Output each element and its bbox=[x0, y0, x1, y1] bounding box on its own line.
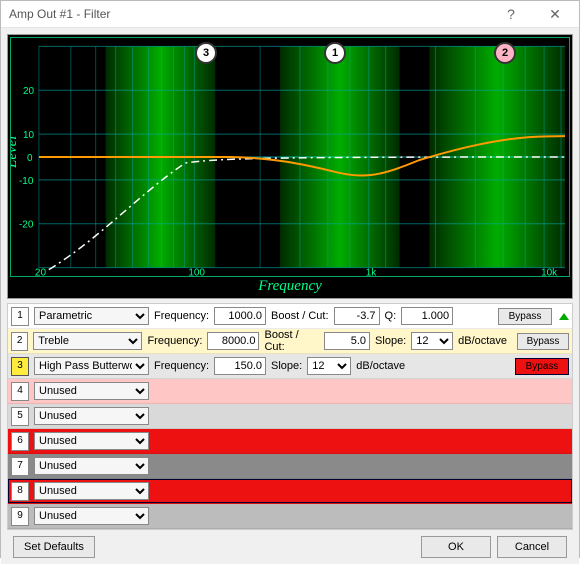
row-index[interactable]: 4 bbox=[11, 382, 29, 401]
xtick: 1k bbox=[366, 268, 377, 276]
close-button[interactable]: ✕ bbox=[533, 1, 577, 27]
xtick: 10k bbox=[541, 268, 557, 276]
filter-row: 7 Unused bbox=[8, 454, 572, 479]
filter-row: 6 Unused bbox=[8, 429, 572, 454]
set-defaults-button[interactable]: Set Defaults bbox=[13, 536, 95, 558]
row-index[interactable]: 8 bbox=[11, 482, 29, 501]
filter-graph[interactable]: 20 10 0 -10 -20 Level 20 100 1k 10k bbox=[10, 37, 570, 277]
xtick: 20 bbox=[35, 268, 47, 276]
ytick: 20 bbox=[23, 86, 35, 97]
filter-type-select[interactable]: Unused bbox=[34, 507, 149, 525]
ytick: 0 bbox=[27, 153, 33, 164]
row-index[interactable]: 3 bbox=[11, 357, 29, 376]
freq-label: Frequency: bbox=[154, 310, 209, 322]
boost-label: Boost / Cut: bbox=[264, 329, 319, 353]
filter-row: 1 Parametric Frequency: Boost / Cut: Q: … bbox=[8, 304, 572, 329]
freq-input[interactable] bbox=[207, 332, 259, 350]
bypass-button[interactable]: Bypass bbox=[515, 358, 569, 375]
boost-input[interactable] bbox=[334, 307, 380, 325]
expand-icon[interactable] bbox=[559, 313, 569, 320]
q-input[interactable] bbox=[401, 307, 453, 325]
band-marker-3[interactable]: 3 bbox=[195, 42, 217, 64]
filter-type-select[interactable]: Unused bbox=[34, 482, 149, 500]
xtick: 100 bbox=[188, 268, 205, 276]
dboct-label: dB/octave bbox=[458, 335, 507, 347]
filter-row: 4 Unused bbox=[8, 379, 572, 404]
band-marker-2[interactable]: 2 bbox=[494, 42, 516, 64]
slope-label: Slope: bbox=[375, 335, 406, 347]
filter-type-select[interactable]: High Pass Butterworth bbox=[34, 357, 149, 375]
filter-type-select[interactable]: Unused bbox=[34, 457, 149, 475]
bypass-button[interactable]: Bypass bbox=[498, 308, 552, 325]
dialog-window: Amp Out #1 - Filter ? ✕ bbox=[0, 0, 580, 558]
title-bar: Amp Out #1 - Filter ? ✕ bbox=[1, 1, 579, 28]
filter-row: 8 Unused bbox=[8, 479, 572, 504]
boost-label: Boost / Cut: bbox=[271, 310, 328, 322]
freq-label: Frequency: bbox=[154, 360, 209, 372]
dialog-footer: Set Defaults OK Cancel bbox=[7, 530, 573, 564]
band-marker-1[interactable]: 1 bbox=[324, 42, 346, 64]
slope-select[interactable]: 12 bbox=[411, 332, 453, 350]
row-index[interactable]: 5 bbox=[11, 407, 29, 426]
filter-type-select[interactable]: Parametric bbox=[34, 307, 149, 325]
ytick: -10 bbox=[19, 176, 34, 187]
slope-select[interactable]: 12 bbox=[307, 357, 351, 375]
row-index[interactable]: 9 bbox=[11, 507, 29, 526]
row-index[interactable]: 6 bbox=[11, 432, 29, 451]
row-index[interactable]: 1 bbox=[11, 307, 29, 326]
ytick: -20 bbox=[19, 220, 34, 231]
row-index[interactable]: 7 bbox=[11, 457, 29, 476]
filter-row: 2 Treble Frequency: Boost / Cut: Slope: … bbox=[8, 329, 572, 354]
ylabel: Level bbox=[11, 136, 20, 169]
window-title: Amp Out #1 - Filter bbox=[9, 7, 110, 21]
help-button[interactable]: ? bbox=[489, 1, 533, 27]
cancel-button[interactable]: Cancel bbox=[497, 536, 567, 558]
filter-type-select[interactable]: Unused bbox=[34, 382, 149, 400]
filter-row: 3 High Pass Butterworth Frequency: Slope… bbox=[8, 354, 572, 379]
slope-label: Slope: bbox=[271, 360, 302, 372]
filter-row: 5 Unused bbox=[8, 404, 572, 429]
freq-input[interactable] bbox=[214, 357, 266, 375]
graph-panel: 20 10 0 -10 -20 Level 20 100 1k 10k bbox=[7, 34, 573, 299]
filter-rows: 1 Parametric Frequency: Boost / Cut: Q: … bbox=[7, 303, 573, 530]
dboct-label: dB/octave bbox=[356, 360, 405, 372]
bypass-button[interactable]: Bypass bbox=[517, 333, 569, 350]
freq-label: Frequency: bbox=[147, 335, 202, 347]
filter-type-select[interactable]: Treble bbox=[33, 332, 142, 350]
filter-type-select[interactable]: Unused bbox=[34, 407, 149, 425]
q-label: Q: bbox=[385, 310, 397, 322]
xlabel: Frequency bbox=[10, 277, 570, 298]
filter-row: 9 Unused bbox=[8, 504, 572, 529]
boost-input[interactable] bbox=[324, 332, 370, 350]
row-index[interactable]: 2 bbox=[11, 332, 28, 351]
ytick: 10 bbox=[23, 130, 35, 141]
filter-type-select[interactable]: Unused bbox=[34, 432, 149, 450]
freq-input[interactable] bbox=[214, 307, 266, 325]
ok-button[interactable]: OK bbox=[421, 536, 491, 558]
